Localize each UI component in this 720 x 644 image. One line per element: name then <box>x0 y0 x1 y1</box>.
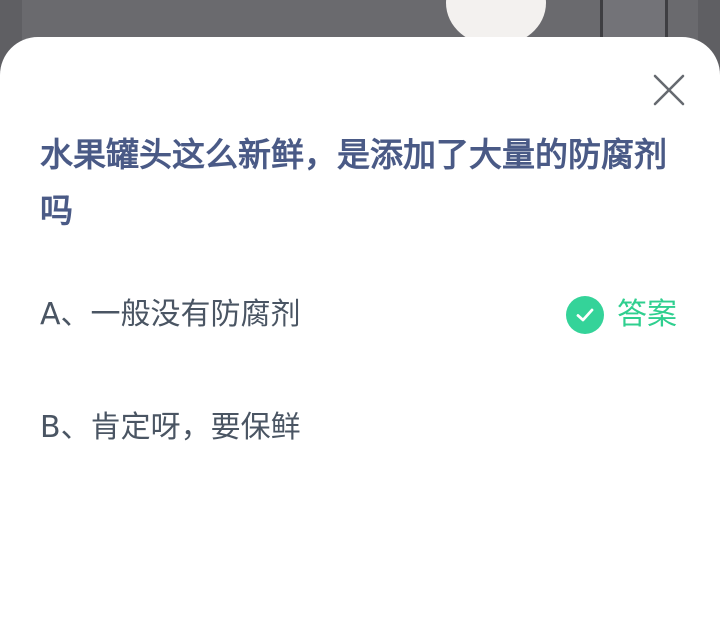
option-a[interactable]: A、一般没有防腐剂 答案 <box>0 285 720 345</box>
close-icon <box>653 74 685 106</box>
question-title: 水果罐头这么新鲜，是添加了大量的防腐剂吗 <box>40 135 667 230</box>
option-b[interactable]: B、肯定呀，要保鲜 <box>0 398 720 458</box>
option-b-label: B、肯定呀，要保鲜 <box>40 410 301 445</box>
answer-badge: 答案 <box>566 295 677 335</box>
answer-label: 答案 <box>617 297 677 332</box>
quiz-bottom-sheet: 水果罐头这么新鲜，是添加了大量的防腐剂吗 A、一般没有防腐剂 答案 B、肯定呀，… <box>0 37 720 644</box>
option-a-label: A、一般没有防腐剂 <box>40 297 301 332</box>
close-button[interactable] <box>648 69 690 111</box>
check-circle-icon <box>566 296 604 334</box>
